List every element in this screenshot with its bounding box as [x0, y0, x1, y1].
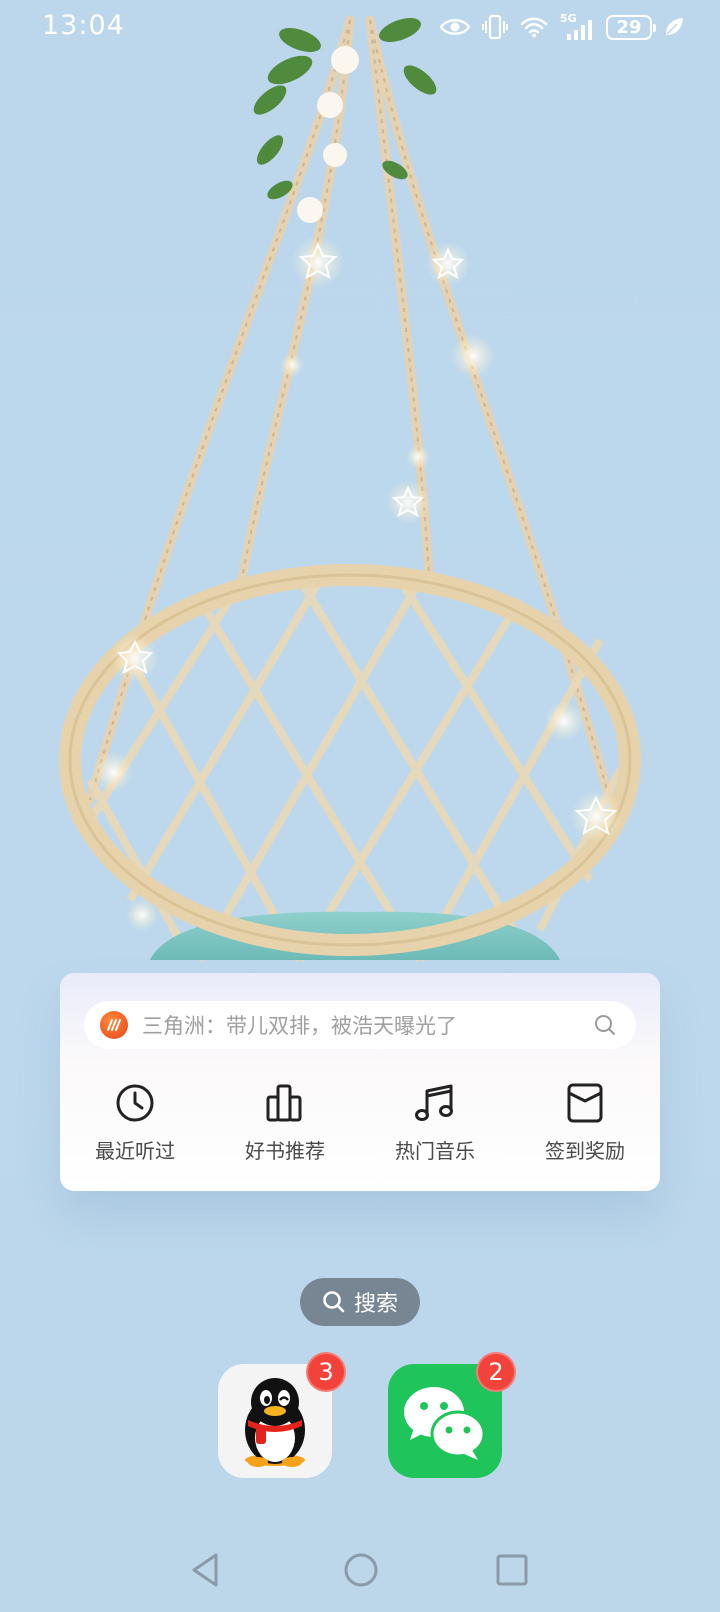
- hanging-chair-wallpaper: [59, 15, 641, 963]
- wechat-app-icon[interactable]: 2: [388, 1352, 516, 1478]
- widget-actions: 最近听过 好书推荐 热门音乐 签到奖励: [60, 1081, 660, 1171]
- search-icon[interactable]: [594, 1014, 616, 1036]
- back-icon[interactable]: [188, 1550, 222, 1590]
- widget-search-bar[interactable]: 三角洲：带儿双排，被浩天曝光了: [84, 1001, 636, 1049]
- recently-played-button[interactable]: 最近听过: [60, 1081, 210, 1171]
- recents-icon[interactable]: [494, 1550, 530, 1590]
- books-icon: [264, 1081, 306, 1125]
- clock-icon: [114, 1081, 156, 1125]
- status-icons: 5G 29: [440, 12, 684, 42]
- qq-badge-count: 3: [318, 1358, 334, 1386]
- eye-icon: [440, 19, 470, 35]
- qq-app-icon[interactable]: 3: [218, 1352, 346, 1478]
- book-recommend-label: 好书推荐: [245, 1139, 325, 1163]
- hot-music-label: 热门音乐: [395, 1139, 475, 1163]
- home-search-label: 搜索: [353, 1292, 398, 1317]
- signal-icon: 5G: [560, 12, 594, 40]
- recently-played-label: 最近听过: [95, 1139, 175, 1163]
- navigation-bar: [0, 1540, 720, 1604]
- app-logo-icon: [100, 1011, 128, 1039]
- home-search-button[interactable]: 搜索: [300, 1278, 420, 1326]
- vibrate-icon: [482, 14, 508, 40]
- qq-notification-badge: 3: [306, 1352, 346, 1392]
- music-widget[interactable]: 三角洲：带儿双排，被浩天曝光了 最近听过 好书推荐 热门音乐 签到奖励: [60, 973, 660, 1191]
- home-icon[interactable]: [342, 1550, 380, 1590]
- check-in-reward-button[interactable]: 签到奖励: [510, 1081, 660, 1171]
- check-in-reward-label: 签到奖励: [545, 1139, 625, 1163]
- search-icon: [323, 1291, 345, 1313]
- status-time: 13:04: [42, 10, 125, 41]
- book-recommend-button[interactable]: 好书推荐: [210, 1081, 360, 1171]
- wifi-icon: [520, 17, 548, 38]
- hot-music-button[interactable]: 热门音乐: [360, 1081, 510, 1171]
- status-bar: 13:04 5G 29: [0, 0, 720, 56]
- wechat-notification-badge: 2: [476, 1352, 516, 1392]
- battery-icon: 29: [606, 14, 656, 40]
- music-note-icon: [414, 1081, 456, 1125]
- battery-level: 29: [616, 16, 642, 38]
- wechat-badge-count: 2: [488, 1358, 504, 1386]
- leaf-icon: [666, 18, 683, 35]
- widget-search-text: 三角洲：带儿双排，被浩天曝光了: [142, 1014, 457, 1038]
- gift-card-icon: [564, 1081, 606, 1125]
